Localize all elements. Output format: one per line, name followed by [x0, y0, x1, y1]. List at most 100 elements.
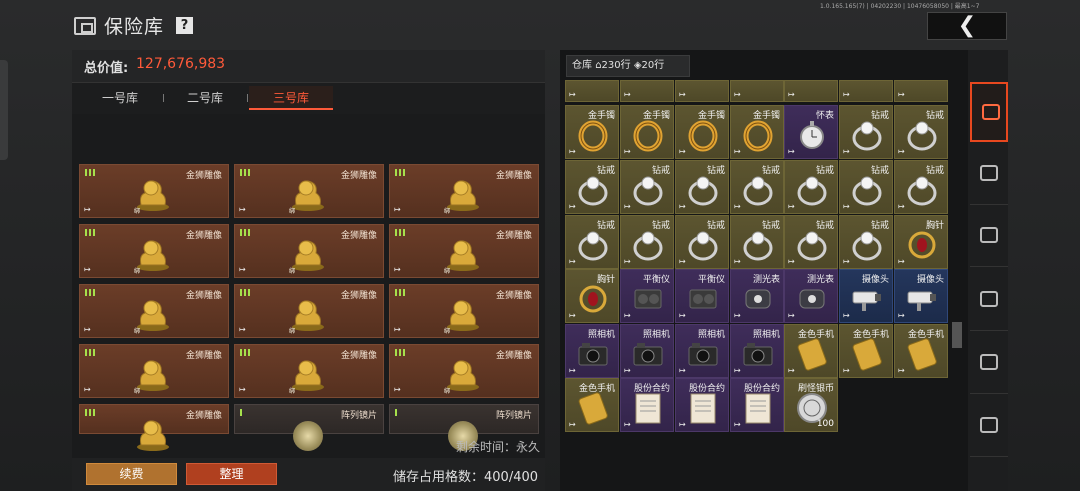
transfer-icon: ↦	[843, 202, 850, 211]
warehouse-item-share-contract[interactable]: 股份合约 ↦	[675, 378, 729, 432]
warehouse-item-partial[interactable]: ↦	[620, 80, 674, 102]
item-name: 阵列镜片	[495, 411, 532, 421]
warehouse-item-diamond-ring[interactable]: 钻戒 ↦	[620, 160, 674, 214]
brooch-icon	[908, 231, 936, 259]
vault-slot-lion[interactable]: 金狮雕像 ↦ 绑	[389, 344, 539, 398]
help-button[interactable]: ?	[176, 17, 193, 34]
tab-vault-1[interactable]: 一号库	[88, 86, 152, 110]
warehouse-item-diamond-ring[interactable]: 钻戒 ↦	[894, 105, 948, 159]
vault-slot-lion[interactable]: 金狮雕像 ↦ 绑	[389, 164, 539, 218]
warehouse-item-camera[interactable]: 照相机 ↦	[565, 324, 619, 378]
warehouse-item-diamond-ring[interactable]: 钻戒 ↦	[565, 160, 619, 214]
item-name: 金手镯	[642, 111, 670, 121]
tab-vault-3[interactable]: 三号库	[249, 86, 333, 110]
warehouse-item-gold-phone[interactable]: 金色手机 ↦	[839, 324, 893, 378]
warehouse-item-gold-phone[interactable]: 金色手机 ↦	[784, 324, 838, 378]
category-all[interactable]	[970, 82, 1008, 142]
lens-icon	[293, 421, 323, 451]
warehouse-item-partial[interactable]: ↦	[565, 80, 619, 102]
warehouse-item-partial[interactable]: ↦	[675, 80, 729, 102]
vault-slot-lion[interactable]: 金狮雕像 ↦ 绑	[389, 284, 539, 338]
warehouse-item-diamond-ring[interactable]: 钻戒 ↦	[784, 160, 838, 214]
warehouse-item-gold-bracelet[interactable]: 金手镯 ↦	[565, 105, 619, 159]
edge-handle[interactable]	[0, 60, 8, 160]
transfer-icon: ↦	[843, 90, 850, 99]
vault-slot-lion[interactable]: 金狮雕像 ↦ 绑	[79, 344, 229, 398]
warehouse-item-pocket-watch[interactable]: 怀表 ↦	[784, 105, 838, 159]
warehouse-item-brooch[interactable]: 胸针 ↦	[565, 269, 619, 323]
warehouse-item-gold-bracelet[interactable]: 金手镯 ↦	[620, 105, 674, 159]
vault-slot-lion[interactable]: 金狮雕像 ↦ 绑	[79, 284, 229, 338]
warehouse-item-gyroscope[interactable]: 平衡仪 ↦	[675, 269, 729, 323]
transfer-icon: ↦	[679, 147, 686, 156]
warehouse-item-diamond-ring[interactable]: 钻戒 ↦	[675, 160, 729, 214]
transfer-icon: ↦	[898, 311, 905, 320]
size-icon	[85, 229, 95, 236]
warehouse-item-diamond-ring[interactable]: 钻戒 ↦	[565, 215, 619, 269]
warehouse-item-diamond-ring[interactable]: 钻戒 ↦	[839, 215, 893, 269]
transfer-icon: ↦	[788, 147, 795, 156]
warehouse-item-share-contract[interactable]: 股份合约 ↦	[620, 378, 674, 432]
vault-slot-lion[interactable]: 金狮雕像 ↦ 绑	[389, 224, 539, 278]
vault-slot-lion[interactable]: 金狮雕像 ↦ 绑	[234, 344, 384, 398]
warehouse-item-diamond-ring[interactable]: 钻戒 ↦	[839, 160, 893, 214]
warehouse-item-camera-head[interactable]: 摄像头 ↦	[894, 269, 948, 323]
vault-slot-lion[interactable]: 金狮雕像 ↦ 绑	[234, 224, 384, 278]
warehouse-item-partial[interactable]: ↦	[894, 80, 948, 102]
warehouse-item-diamond-ring[interactable]: 钻戒 ↦	[730, 160, 784, 214]
warehouse-item-diamond-ring[interactable]: 钻戒 ↦	[675, 215, 729, 269]
warehouse-item-camera-head[interactable]: 摄像头 ↦	[839, 269, 893, 323]
item-name: 金色手机	[578, 384, 615, 394]
diamond-ring-icon	[633, 176, 663, 206]
gold-bracelet-icon	[688, 120, 718, 152]
gold-bracelet-icon	[578, 120, 608, 152]
size-icon	[395, 169, 405, 176]
warehouse-item-diamond-ring[interactable]: 钻戒 ↦	[894, 160, 948, 214]
transfer-icon: ↦	[679, 90, 686, 99]
warehouse-scrollbar[interactable]	[952, 322, 962, 348]
vault-slot-lion[interactable]: 金狮雕像 ↦ 绑	[234, 284, 384, 338]
warehouse-item-gold-phone[interactable]: 金色手机 ↦	[565, 378, 619, 432]
warehouse-item-diamond-ring[interactable]: 钻戒 ↦	[839, 105, 893, 159]
warehouse-item-diamond-ring[interactable]: 钻戒 ↦	[620, 215, 674, 269]
item-name: 金色手机	[852, 330, 889, 340]
warehouse-item-gold-bracelet[interactable]: 金手镯 ↦	[675, 105, 729, 159]
vault-slot-lion[interactable]: 金狮雕像	[79, 404, 229, 451]
category-misc[interactable]	[970, 397, 1008, 457]
warehouse-item-camera[interactable]: 照相机 ↦	[675, 324, 729, 378]
warehouse-item-silver-coin[interactable]: 刷怪银币 100	[784, 378, 838, 432]
renew-button[interactable]: 续费	[86, 463, 177, 485]
warehouse-item-partial[interactable]: ↦	[784, 80, 838, 102]
warehouse-item-camera[interactable]: 照相机 ↦	[730, 324, 784, 378]
warehouse-item-diamond-ring[interactable]: 钻戒 ↦	[730, 215, 784, 269]
warehouse-item-brooch[interactable]: 胸针 ↦	[894, 215, 948, 269]
vault-slot-lion[interactable]: 金狮雕像 ↦ 绑	[79, 164, 229, 218]
warehouse-item-gyroscope[interactable]: 平衡仪 ↦	[620, 269, 674, 323]
transfer-icon: ↦	[788, 311, 795, 320]
warehouse-item-gold-bracelet[interactable]: 金手镯 ↦	[730, 105, 784, 159]
back-button[interactable]: ❮	[927, 12, 1007, 40]
warehouse-item-gold-phone[interactable]: 金色手机 ↦	[894, 324, 948, 378]
warehouse-item-partial[interactable]: ↦	[730, 80, 784, 102]
sort-button[interactable]: 整理	[186, 463, 277, 485]
vault-slot-lion[interactable]: 金狮雕像 ↦ 绑	[79, 224, 229, 278]
transfer-icon: ↦	[679, 202, 686, 211]
brooch-icon	[579, 285, 607, 313]
warehouse-item-light-meter[interactable]: 测光表 ↦	[784, 269, 838, 323]
vault-slot-lens[interactable]: 阵列镜片	[234, 404, 384, 451]
warehouse-item-share-contract[interactable]: 股份合约 ↦	[730, 378, 784, 432]
category-magazines[interactable]	[970, 271, 1008, 331]
warehouse-item-light-meter[interactable]: 测光表 ↦	[730, 269, 784, 323]
item-name: 胸针	[596, 275, 615, 285]
tab-vault-2[interactable]: 二号库	[173, 86, 237, 110]
category-weapons[interactable]	[970, 207, 1008, 267]
transfer-icon: ↦	[84, 265, 91, 274]
category-gear[interactable]	[970, 145, 1008, 205]
vault-slot-lion[interactable]: 金狮雕像 ↦ 绑	[234, 164, 384, 218]
warehouse-item-partial[interactable]: ↦	[839, 80, 893, 102]
warehouse-item-diamond-ring[interactable]: 钻戒 ↦	[784, 215, 838, 269]
transfer-icon: ↦	[624, 366, 631, 375]
warehouse-item-camera[interactable]: 照相机 ↦	[620, 324, 674, 378]
category-ammo[interactable]	[970, 334, 1008, 394]
vault-slot-lens[interactable]: 阵列镜片	[389, 404, 539, 451]
